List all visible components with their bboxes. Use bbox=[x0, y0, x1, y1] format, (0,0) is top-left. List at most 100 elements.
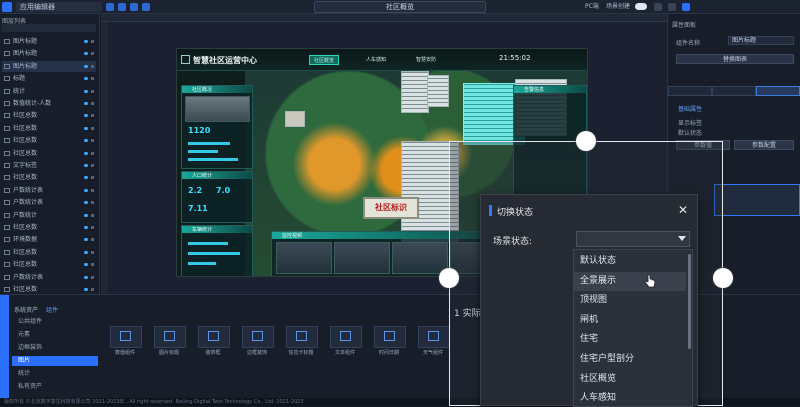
asset-thumbnail[interactable] bbox=[286, 326, 318, 348]
layer-item[interactable]: 社区总数 bbox=[2, 123, 96, 134]
layer-item[interactable]: 社区总数 bbox=[2, 259, 96, 270]
dropdown-scrollbar[interactable] bbox=[688, 254, 691, 349]
lock-icon[interactable] bbox=[91, 102, 94, 105]
layer-item[interactable]: 数值统计-人数 bbox=[2, 98, 96, 109]
layer-search-input[interactable] bbox=[2, 24, 96, 32]
eye-icon[interactable] bbox=[84, 126, 88, 130]
eye-icon[interactable] bbox=[84, 77, 88, 81]
lock-icon[interactable] bbox=[91, 164, 94, 167]
layer-item[interactable]: 户数统计 bbox=[2, 210, 96, 221]
eye-icon[interactable] bbox=[84, 151, 88, 155]
eye-icon[interactable] bbox=[84, 176, 88, 180]
asset-tree-item[interactable]: 私有资产 bbox=[12, 382, 98, 392]
lock-icon[interactable] bbox=[91, 77, 94, 81]
layer-item[interactable]: 社区总数 bbox=[2, 110, 96, 121]
publish-icon[interactable] bbox=[682, 3, 690, 11]
eye-icon[interactable] bbox=[84, 164, 88, 167]
eye-icon[interactable] bbox=[84, 263, 88, 267]
lock-icon[interactable] bbox=[91, 250, 94, 254]
dropdown-option[interactable]: 全景展示 bbox=[574, 271, 686, 291]
lock-icon[interactable] bbox=[91, 40, 94, 43]
layer-item[interactable]: 环境数据 bbox=[2, 234, 96, 245]
eye-icon[interactable] bbox=[84, 275, 88, 279]
eye-icon[interactable] bbox=[84, 213, 88, 217]
eye-icon[interactable] bbox=[84, 52, 88, 56]
video-thumbnail[interactable] bbox=[276, 242, 332, 274]
eye-icon[interactable] bbox=[84, 40, 88, 43]
interaction-card[interactable] bbox=[714, 184, 800, 216]
layer-item[interactable]: 户数统计表 bbox=[2, 185, 96, 196]
asset-tab-components[interactable]: 组件 bbox=[46, 305, 58, 314]
lock-icon[interactable] bbox=[91, 238, 94, 242]
asset-tree-item[interactable]: 边框装饰 bbox=[12, 343, 98, 353]
resize-handle-top[interactable] bbox=[576, 131, 596, 151]
close-icon[interactable]: ✕ bbox=[678, 203, 688, 217]
dropdown-option[interactable]: 顶视图 bbox=[574, 291, 686, 310]
asset-tree-item[interactable]: 公共组件 bbox=[12, 317, 98, 327]
undo-icon[interactable] bbox=[106, 3, 114, 11]
layer-item[interactable]: 社区总数 bbox=[2, 135, 96, 146]
layer-item[interactable]: 社区总数 bbox=[2, 222, 96, 233]
asset-thumbnail[interactable] bbox=[110, 326, 142, 348]
layer-item[interactable]: 社区总数 bbox=[2, 172, 96, 183]
settings-icon[interactable] bbox=[654, 3, 662, 11]
redo-icon[interactable] bbox=[118, 3, 126, 11]
asset-tab-system[interactable]: 系统资产 bbox=[14, 305, 38, 314]
lock-icon[interactable] bbox=[91, 275, 94, 279]
scene-toggle[interactable] bbox=[635, 3, 647, 10]
eye-icon[interactable] bbox=[84, 89, 88, 93]
page-tab-selector[interactable]: 社区概览 bbox=[314, 1, 486, 13]
layer-item[interactable]: 户数统计表 bbox=[2, 272, 96, 283]
lock-icon[interactable] bbox=[91, 89, 94, 93]
layer-item[interactable]: 户数统计表 bbox=[2, 197, 96, 208]
dropdown-option[interactable]: 住宅 bbox=[574, 330, 686, 349]
eye-icon[interactable] bbox=[84, 250, 88, 254]
asset-sidebar-tab[interactable] bbox=[0, 295, 9, 399]
tab-data[interactable] bbox=[712, 86, 756, 96]
asset-thumbnail[interactable] bbox=[330, 326, 362, 348]
lock-icon[interactable] bbox=[91, 188, 94, 192]
component-name-input[interactable]: 图片标题 bbox=[728, 36, 794, 45]
param-config-button[interactable]: 参数配置 bbox=[734, 140, 794, 150]
eye-icon[interactable] bbox=[84, 238, 88, 242]
preview-icon[interactable] bbox=[130, 3, 138, 11]
asset-tree-item[interactable]: 图片 bbox=[12, 356, 98, 366]
lock-icon[interactable] bbox=[91, 201, 94, 205]
device-selector[interactable]: PC端 bbox=[585, 2, 599, 12]
dropdown-option[interactable]: 闸机 bbox=[574, 311, 686, 330]
eye-icon[interactable] bbox=[84, 64, 88, 68]
lock-icon[interactable] bbox=[91, 176, 94, 180]
layer-item[interactable]: 标题 bbox=[2, 73, 96, 84]
video-thumbnail[interactable] bbox=[392, 242, 448, 274]
help-icon[interactable] bbox=[668, 3, 676, 11]
layer-item[interactable]: 图片标题 bbox=[2, 60, 96, 72]
dropdown-option[interactable]: 住宅户型剖分 bbox=[574, 350, 686, 369]
asset-thumbnail[interactable] bbox=[154, 326, 186, 348]
resize-handle-right[interactable] bbox=[713, 268, 733, 288]
asset-thumbnail[interactable] bbox=[242, 326, 274, 348]
layer-item[interactable]: 图片标题 bbox=[2, 36, 96, 47]
layer-item[interactable]: 社区总数 bbox=[2, 148, 96, 159]
chevron-down-icon[interactable] bbox=[678, 236, 686, 241]
lock-icon[interactable] bbox=[91, 139, 94, 143]
scene-state-select[interactable] bbox=[576, 231, 690, 247]
dropdown-option[interactable]: 人车感知 bbox=[574, 389, 686, 406]
asset-tree-item[interactable]: 元素 bbox=[12, 330, 98, 340]
video-thumbnail[interactable] bbox=[334, 242, 390, 274]
dropdown-option[interactable]: 社区概览 bbox=[574, 370, 686, 389]
layer-item[interactable]: 图片标题 bbox=[2, 48, 96, 59]
dashboard-nav-overview[interactable]: 社区概览 bbox=[309, 55, 339, 65]
dropdown-option[interactable]: 默认状态 bbox=[574, 252, 686, 271]
save-icon[interactable] bbox=[142, 3, 150, 11]
lock-icon[interactable] bbox=[91, 114, 94, 118]
asset-thumbnail[interactable] bbox=[374, 326, 406, 348]
lock-icon[interactable] bbox=[91, 263, 94, 267]
tab-interaction[interactable] bbox=[756, 86, 800, 96]
tab-style[interactable] bbox=[668, 86, 712, 96]
replace-chart-button[interactable]: 替换图表 bbox=[676, 54, 794, 64]
layer-item[interactable]: 社区总数 bbox=[2, 247, 96, 258]
lock-icon[interactable] bbox=[91, 226, 94, 229]
asset-thumbnail[interactable] bbox=[198, 326, 230, 348]
lock-icon[interactable] bbox=[91, 64, 94, 68]
lock-icon[interactable] bbox=[91, 52, 94, 56]
